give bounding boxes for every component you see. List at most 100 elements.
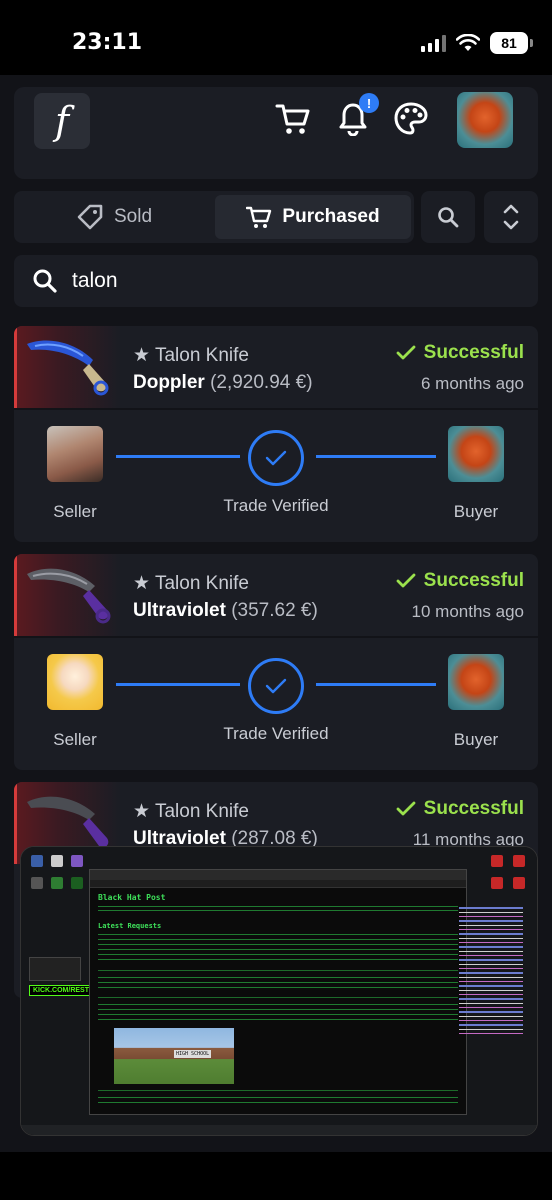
sort-button[interactable] [484,191,538,243]
item-skin: Doppler (2,920.94 €) [133,372,313,394]
trade-progress-line [316,683,436,686]
status-text: Successful [423,342,524,363]
stream-browser-window: Black Hat Post Latest Requests HIGH SCHO… [89,869,467,1115]
status-badge: Successful [396,570,524,592]
desktop-icon [491,877,503,889]
stream-desktop: KICK.COM/RESTT Black Hat Post Latest Req… [21,847,537,1135]
item-name: ★ Talon Knife [133,345,249,366]
seller-avatar[interactable] [47,654,103,710]
home-indicator-area [0,1152,552,1200]
check-icon [396,801,416,816]
card-divider [14,636,538,638]
card-divider [14,408,538,410]
trade-card[interactable]: ★ Talon Knife Ultraviolet (357.62 €) Suc… [14,554,538,770]
app-logo[interactable]: f [34,93,90,149]
stream-text-lines [98,1097,458,1103]
seller-label: Seller [53,730,97,749]
stream-taskbar [21,1125,537,1135]
knife-doppler-image [27,340,109,396]
buyer-avatar[interactable] [448,426,504,482]
status-text: Successful [423,570,524,591]
stream-page-title: Black Hat Post [98,893,166,902]
item-thumbnail [14,554,120,636]
status-badge: Successful [396,342,524,364]
desktop-icon [51,877,63,889]
search-icon [438,207,459,228]
stream-text-lines [98,1004,458,1024]
trade-progress-line [116,683,240,686]
cart-icon[interactable] [273,99,313,139]
search-icon [33,269,57,293]
trade-time: 10 months ago [411,602,524,621]
knife-ultraviolet-image [27,568,111,624]
wifi-icon [456,34,480,51]
item-name: ★ Talon Knife [133,573,249,594]
seller-avatar[interactable] [47,426,103,482]
unfold-icon [503,204,519,230]
battery-icon: 81 [490,32,533,54]
skin-name: Doppler [133,372,205,393]
cart-icon [246,206,272,228]
user-avatar[interactable] [457,92,513,148]
stream-text-lines [98,906,458,914]
cellular-signal-icon [421,34,446,52]
pip-video-overlay[interactable]: KICK.COM/RESTT Black Hat Post Latest Req… [20,846,538,1136]
trade-progress-line [116,455,240,458]
seller-label: Seller [53,502,97,521]
kick-channel-label: KICK.COM/RESTT [29,985,98,996]
buyer-label: Buyer [453,502,499,521]
browser-titlebar [90,870,466,880]
skin-name: Ultraviolet [133,600,226,621]
stream-text-lines [98,934,458,964]
desktop-icon [71,855,83,867]
tab-sold-label: Sold [113,206,153,227]
tag-icon [77,204,103,230]
tab-purchased-label: Purchased [282,206,380,227]
school-photo: HIGH SCHOOL [114,1028,234,1084]
notification-badge: ! [359,93,379,113]
stream-text-lines [98,977,458,991]
photo-sign: HIGH SCHOOL [174,1050,212,1058]
desktop-icon [71,877,83,889]
stream-note-window [29,957,81,981]
stream-section-title: Latest Requests [98,922,162,930]
status-badge: Successful [396,798,524,820]
check-icon [396,345,416,360]
status-text: Successful [423,798,524,819]
buyer-avatar[interactable] [448,654,504,710]
item-thumbnail [14,326,120,408]
notifications-button[interactable]: ! [333,93,379,139]
trade-card[interactable]: ★ Talon Knife Doppler (2,920.94 €) Succe… [14,326,538,542]
status-bar: 23:11 81 [0,0,552,75]
item-price: (2,920.94 €) [210,372,313,393]
app-screen: f ! Sold Purchased talon ★ Talon Knife D… [0,75,552,1200]
trade-verified-icon [248,658,304,714]
tab-purchased[interactable]: Purchased [215,195,411,239]
tab-sold[interactable]: Sold [18,195,210,239]
desktop-icon [31,855,43,867]
trade-progress-line [316,455,436,458]
item-skin: Ultraviolet (357.62 €) [133,600,318,622]
check-icon [396,573,416,588]
chat-messages [459,907,523,1037]
app-header: f ! [14,87,538,179]
trade-verified-icon [248,430,304,486]
desktop-icon [513,855,525,867]
trade-verified-label: Trade Verified [223,496,329,515]
browser-urlbar [90,880,466,888]
palette-icon[interactable] [391,99,431,139]
desktop-icon [491,855,503,867]
item-name: ★ Talon Knife [133,801,249,822]
stream-chat [459,907,523,1037]
trade-time: 6 months ago [420,374,524,393]
search-input[interactable] [72,269,472,293]
search-toggle-button[interactable] [421,191,475,243]
status-time: 23:11 [72,30,143,55]
trade-tabs: Sold Purchased [14,191,538,243]
trade-verified-label: Trade Verified [223,724,329,743]
desktop-icon [513,877,525,889]
desktop-icon [31,877,43,889]
item-price: (357.62 €) [231,600,318,621]
desktop-icon [51,855,63,867]
search-bar [14,255,538,307]
